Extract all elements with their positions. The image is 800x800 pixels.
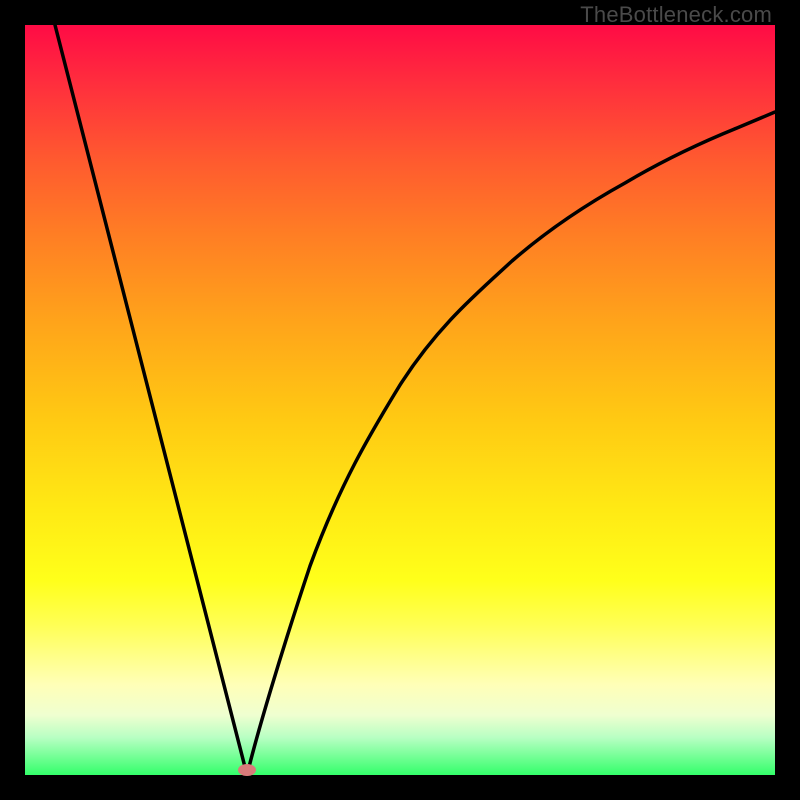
- bottleneck-curve: [55, 25, 775, 775]
- plot-area: [25, 25, 775, 775]
- curve-svg: [25, 25, 775, 775]
- chart-frame: TheBottleneck.com: [0, 0, 800, 800]
